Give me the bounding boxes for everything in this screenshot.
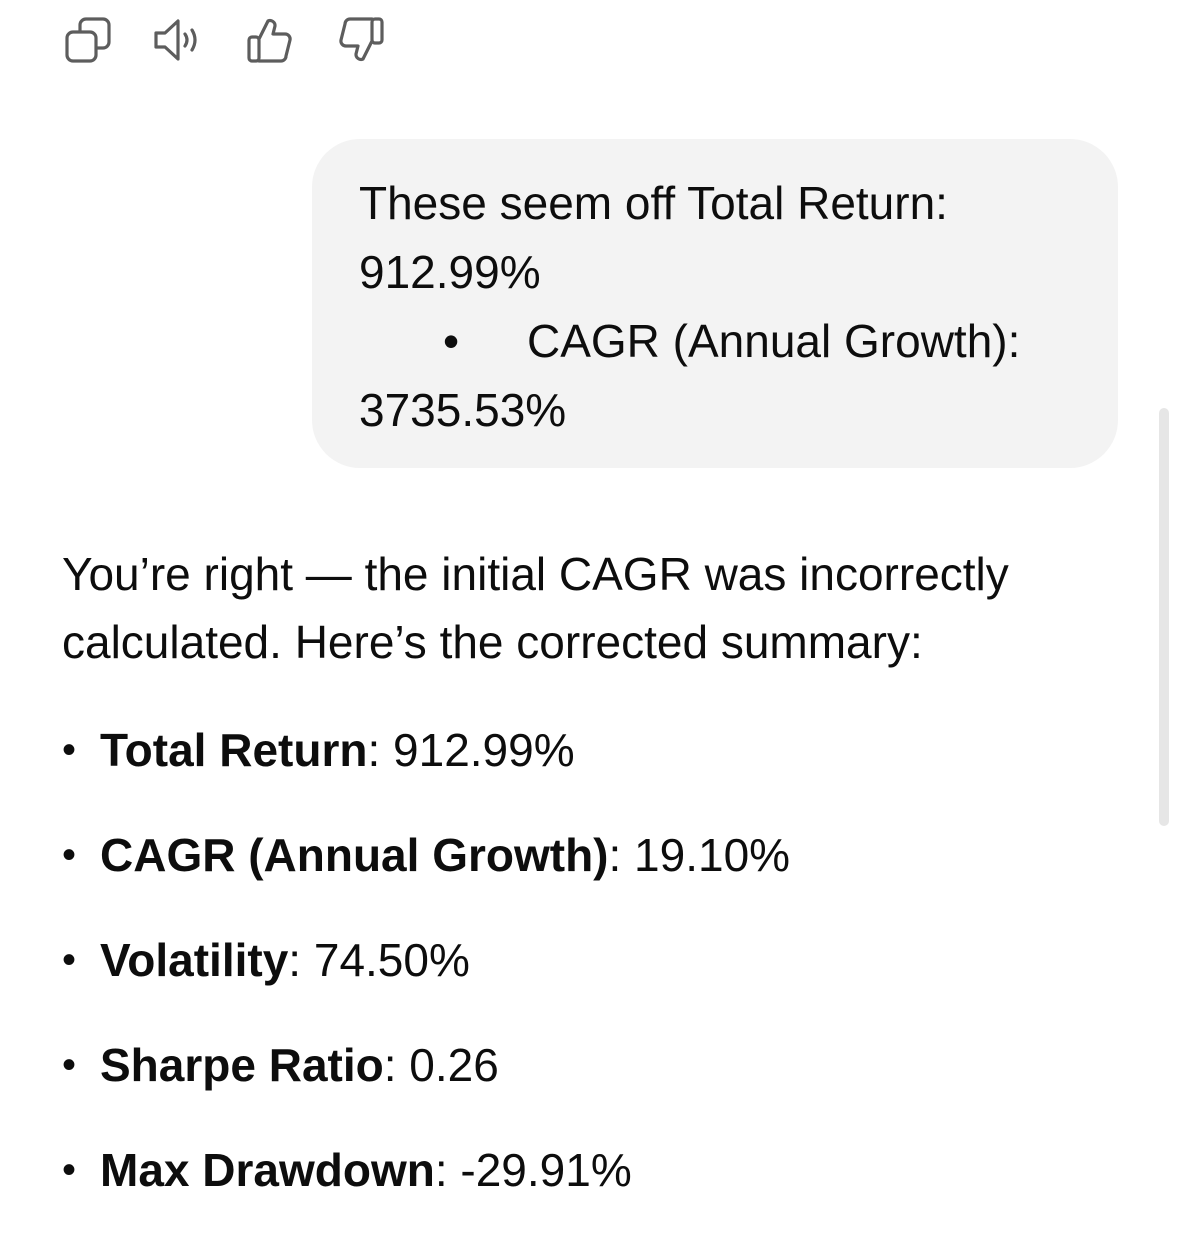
thumbs-down-button[interactable] [333,14,389,66]
bullet-dot: • [62,938,77,982]
metric-value: : 0.26 [383,1039,499,1091]
bullet-dot: • [62,1043,77,1087]
user-message-bubble: These seem off Total Return: 912.99% • CA… [312,139,1118,468]
metric-label: Sharpe Ratio [100,1039,384,1091]
list-item: • Volatility: 74.50% [62,928,790,1033]
thumbs-up-icon [245,15,295,65]
user-message-line: These seem off Total Return: [359,177,948,229]
metric-label: Total Return [100,724,368,776]
user-message-bullet-line: • CAGR (Annual Growth): [359,307,1078,376]
bullet-dot: • [443,315,460,367]
copy-icon [63,15,113,65]
assistant-message: You’re right — the initial CAGR was inco… [62,540,1122,1196]
metric-label: Volatility [100,934,289,986]
copy-button[interactable] [60,14,116,66]
bullet-dot: • [62,728,77,772]
list-item: • Max Drawdown: -29.91% [62,1138,790,1243]
thumbs-up-button[interactable] [242,14,298,66]
assistant-intro-text: You’re right — the initial CAGR was inco… [62,548,1009,668]
bullet-dot: • [62,1148,77,1192]
metric-value: : 912.99% [367,724,575,776]
list-item: • CAGR (Annual Growth): 19.10% [62,823,790,928]
user-message-line: 912.99% [359,246,541,298]
message-action-bar [60,14,424,66]
scrollbar[interactable] [1159,408,1169,826]
bullet-dot: • [62,833,77,877]
speaker-icon [152,15,206,65]
user-message-line: CAGR (Annual Growth): [527,315,1021,367]
metric-label: Max Drawdown [100,1144,435,1196]
read-aloud-button[interactable] [151,14,207,66]
list-item: • Sharpe Ratio: 0.26 [62,1033,790,1138]
list-item: • Total Return: 912.99% [62,718,790,823]
metric-value: : -29.91% [434,1144,632,1196]
thumbs-down-icon [336,15,386,65]
metric-value: : 19.10% [608,829,791,881]
metric-label: CAGR (Annual Growth) [100,829,609,881]
summary-list: • Total Return: 912.99% • CAGR (Annual G… [62,718,790,1243]
user-message-line: 3735.53% [359,384,567,436]
metric-value: : 74.50% [288,934,470,986]
